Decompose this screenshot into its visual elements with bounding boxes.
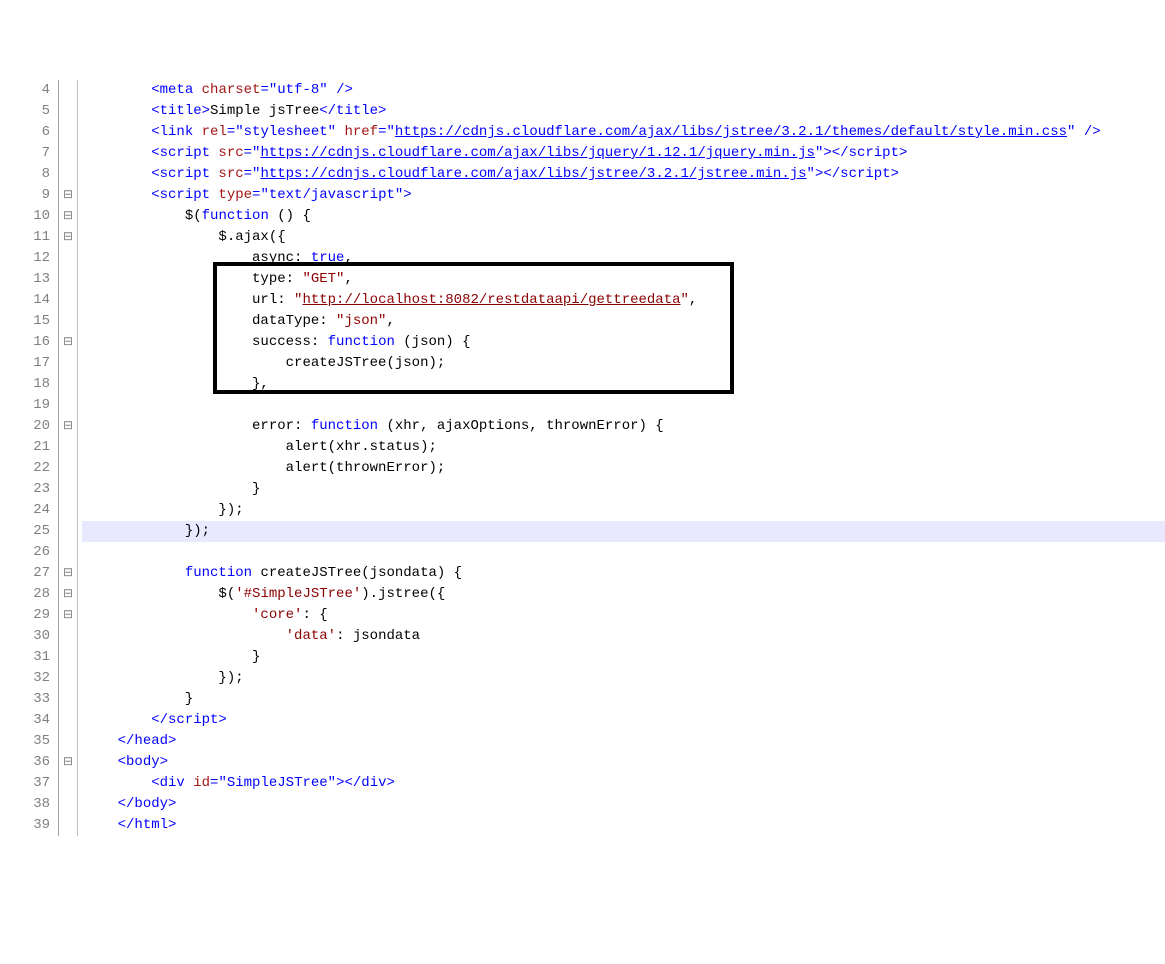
fold-toggle[interactable]: ⊟ (59, 563, 77, 584)
line-number: 22 (0, 458, 58, 479)
code-line[interactable]: 17 createJSTree(json); (0, 353, 1165, 374)
line-number: 29 (0, 605, 58, 626)
code-line[interactable]: 11 ⊟ $.ajax({ (0, 227, 1165, 248)
jstree-url-link[interactable]: https://cdnjs.cloudflare.com/ajax/libs/j… (260, 166, 806, 182)
line-number: 15 (0, 311, 58, 332)
fold-toggle[interactable]: ⊟ (59, 605, 77, 626)
line-number: 28 (0, 584, 58, 605)
line-number: 13 (0, 269, 58, 290)
line-number: 30 (0, 626, 58, 647)
fold-toggle[interactable]: ⊟ (59, 227, 77, 248)
line-number: 31 (0, 647, 58, 668)
line-number: 25 (0, 521, 58, 542)
line-number: 21 (0, 437, 58, 458)
line-number: 19 (0, 395, 58, 416)
fold-toggle[interactable]: ⊟ (59, 752, 77, 773)
code-line[interactable]: 24 }); (0, 500, 1165, 521)
code-line[interactable]: 37 <div id="SimpleJSTree"></div> (0, 773, 1165, 794)
line-number: 38 (0, 794, 58, 815)
code-line[interactable]: 8 <script src="https://cdnjs.cloudflare.… (0, 164, 1165, 185)
code-line[interactable]: 19 (0, 395, 1165, 416)
line-number: 7 (0, 143, 58, 164)
code-line[interactable]: 6 <link rel="stylesheet" href="https://c… (0, 122, 1165, 143)
line-number: 32 (0, 668, 58, 689)
code-line[interactable]: 10 ⊟ $(function () { (0, 206, 1165, 227)
code-line[interactable]: 27 ⊟ function createJSTree(jsondata) { (0, 563, 1165, 584)
line-number: 9 (0, 185, 58, 206)
line-number: 8 (0, 164, 58, 185)
code-line[interactable]: 30 'data': jsondata (0, 626, 1165, 647)
fold-toggle[interactable]: ⊟ (59, 185, 77, 206)
fold-toggle[interactable]: ⊟ (59, 584, 77, 605)
code-line[interactable]: 35 </head> (0, 731, 1165, 752)
line-number: 39 (0, 815, 58, 836)
code-editor[interactable]: 4 <meta charset="utf-8" /> 5 <title>Simp… (0, 64, 1165, 884)
line-number: 6 (0, 122, 58, 143)
code-line[interactable]: 31 } (0, 647, 1165, 668)
localhost-url-link[interactable]: http://localhost:8082/restdataapi/gettre… (302, 292, 680, 308)
code-line[interactable]: 34 </script> (0, 710, 1165, 731)
line-number: 26 (0, 542, 58, 563)
line-number: 17 (0, 353, 58, 374)
line-number: 37 (0, 773, 58, 794)
line-number: 20 (0, 416, 58, 437)
line-number: 27 (0, 563, 58, 584)
line-number: 16 (0, 332, 58, 353)
fold-toggle[interactable]: ⊟ (59, 332, 77, 353)
line-number: 12 (0, 248, 58, 269)
code-line[interactable]: 12 async: true, (0, 248, 1165, 269)
code-line[interactable]: 26 (0, 542, 1165, 563)
line-number: 4 (0, 80, 58, 101)
code-line[interactable]: 7 <script src="https://cdnjs.cloudflare.… (0, 143, 1165, 164)
line-number: 11 (0, 227, 58, 248)
code-line[interactable]: 16 ⊟ success: function (json) { (0, 332, 1165, 353)
code-line[interactable]: 21 alert(xhr.status); (0, 437, 1165, 458)
code-line[interactable]: 25 }); (0, 521, 1165, 542)
code-line[interactable]: 23 } (0, 479, 1165, 500)
fold-toggle[interactable]: ⊟ (59, 206, 77, 227)
code-line[interactable]: 4 <meta charset="utf-8" /> (0, 80, 1165, 101)
line-number: 34 (0, 710, 58, 731)
code-line[interactable]: 20 ⊟ error: function (xhr, ajaxOptions, … (0, 416, 1165, 437)
code-line[interactable]: 38 </body> (0, 794, 1165, 815)
code-line[interactable]: 13 type: "GET", (0, 269, 1165, 290)
code-line[interactable]: 9 ⊟ <script type="text/javascript"> (0, 185, 1165, 206)
fold-toggle[interactable]: ⊟ (59, 416, 77, 437)
line-number: 5 (0, 101, 58, 122)
line-number: 23 (0, 479, 58, 500)
line-number: 10 (0, 206, 58, 227)
code-line[interactable]: 39 </html> (0, 815, 1165, 836)
code-line[interactable]: 36 ⊟ <body> (0, 752, 1165, 773)
code-line[interactable]: 32 }); (0, 668, 1165, 689)
line-number: 24 (0, 500, 58, 521)
jquery-url-link[interactable]: https://cdnjs.cloudflare.com/ajax/libs/j… (260, 145, 815, 161)
code-line[interactable]: 5 <title>Simple jsTree</title> (0, 101, 1165, 122)
code-line[interactable]: 29 ⊟ 'core': { (0, 605, 1165, 626)
line-number: 18 (0, 374, 58, 395)
code-line[interactable]: 22 alert(thrownError); (0, 458, 1165, 479)
code-line[interactable]: 18 }, (0, 374, 1165, 395)
code-line[interactable]: 28 ⊟ $('#SimpleJSTree').jstree({ (0, 584, 1165, 605)
css-url-link[interactable]: https://cdnjs.cloudflare.com/ajax/libs/j… (395, 124, 1067, 140)
code-line[interactable]: 14 url: "http://localhost:8082/restdataa… (0, 290, 1165, 311)
line-number: 36 (0, 752, 58, 773)
code-line[interactable]: 33 } (0, 689, 1165, 710)
code-line[interactable]: 15 dataType: "json", (0, 311, 1165, 332)
line-number: 33 (0, 689, 58, 710)
line-number: 14 (0, 290, 58, 311)
line-number: 35 (0, 731, 58, 752)
